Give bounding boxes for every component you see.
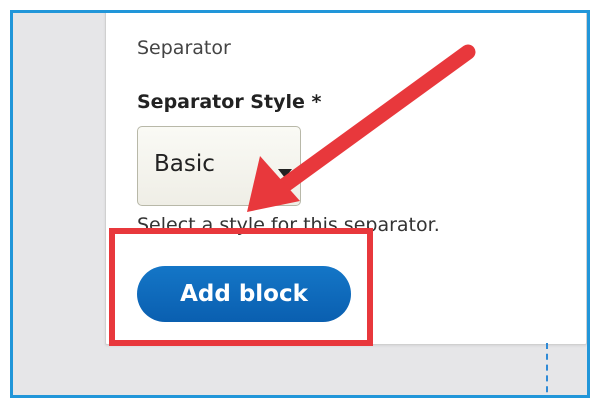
select-value: Basic (154, 151, 215, 177)
separator-style-label: Separator Style * (137, 91, 322, 113)
screenshot-frame: Separator Separator Style * Basic Select… (10, 10, 590, 398)
add-block-button[interactable]: Add block (137, 266, 351, 322)
dashed-divider (546, 343, 548, 395)
separator-style-help: Select a style for this separator. (137, 214, 440, 236)
chevron-down-icon (278, 169, 292, 178)
section-label: Separator (137, 37, 231, 59)
separator-style-select[interactable]: Basic (137, 126, 301, 206)
block-form-panel: Separator Separator Style * Basic Select… (105, 13, 587, 345)
